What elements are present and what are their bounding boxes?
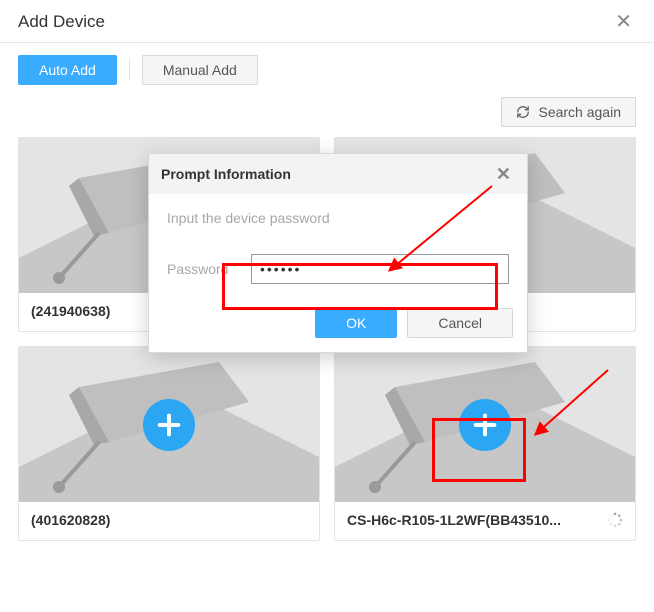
close-icon[interactable]: ✕ bbox=[611, 10, 636, 34]
toolbar-divider bbox=[129, 59, 130, 81]
password-label: Password bbox=[167, 261, 241, 277]
manual-add-button[interactable]: Manual Add bbox=[142, 55, 258, 85]
loading-spinner-icon bbox=[607, 512, 623, 528]
modal-instruction: Input the device password bbox=[167, 210, 509, 226]
device-thumb bbox=[19, 347, 319, 502]
modal-header: Prompt Information ✕ bbox=[149, 154, 527, 194]
search-again-label: Search again bbox=[538, 104, 621, 120]
ok-button[interactable]: OK bbox=[315, 308, 397, 338]
cancel-button[interactable]: Cancel bbox=[407, 308, 513, 338]
refresh-icon bbox=[516, 105, 530, 119]
device-name: CS-H6c-R105-1L2WF(BB43510... bbox=[335, 502, 635, 540]
search-again-button[interactable]: Search again bbox=[501, 97, 636, 127]
search-row: Search again bbox=[0, 93, 654, 137]
password-row: Password bbox=[167, 254, 509, 284]
device-thumb bbox=[335, 347, 635, 502]
password-input[interactable] bbox=[251, 254, 509, 284]
modal-close-icon[interactable]: ✕ bbox=[492, 163, 515, 185]
modal-footer: OK Cancel bbox=[149, 300, 527, 352]
device-card[interactable]: CS-H6c-R105-1L2WF(BB43510... bbox=[334, 346, 636, 541]
add-device-plus-icon[interactable] bbox=[143, 399, 195, 451]
auto-add-button[interactable]: Auto Add bbox=[18, 55, 117, 85]
modal-title: Prompt Information bbox=[161, 166, 291, 182]
dialog-header: Add Device ✕ bbox=[0, 0, 654, 43]
prompt-modal: Prompt Information ✕ Input the device pa… bbox=[148, 153, 528, 353]
add-device-plus-icon[interactable] bbox=[459, 399, 511, 451]
toolbar: Auto Add Manual Add bbox=[0, 43, 654, 93]
device-name: (401620828) bbox=[19, 502, 319, 540]
modal-body: Input the device password Password bbox=[149, 194, 527, 300]
device-card[interactable]: (401620828) bbox=[18, 346, 320, 541]
dialog-title: Add Device bbox=[18, 12, 105, 32]
